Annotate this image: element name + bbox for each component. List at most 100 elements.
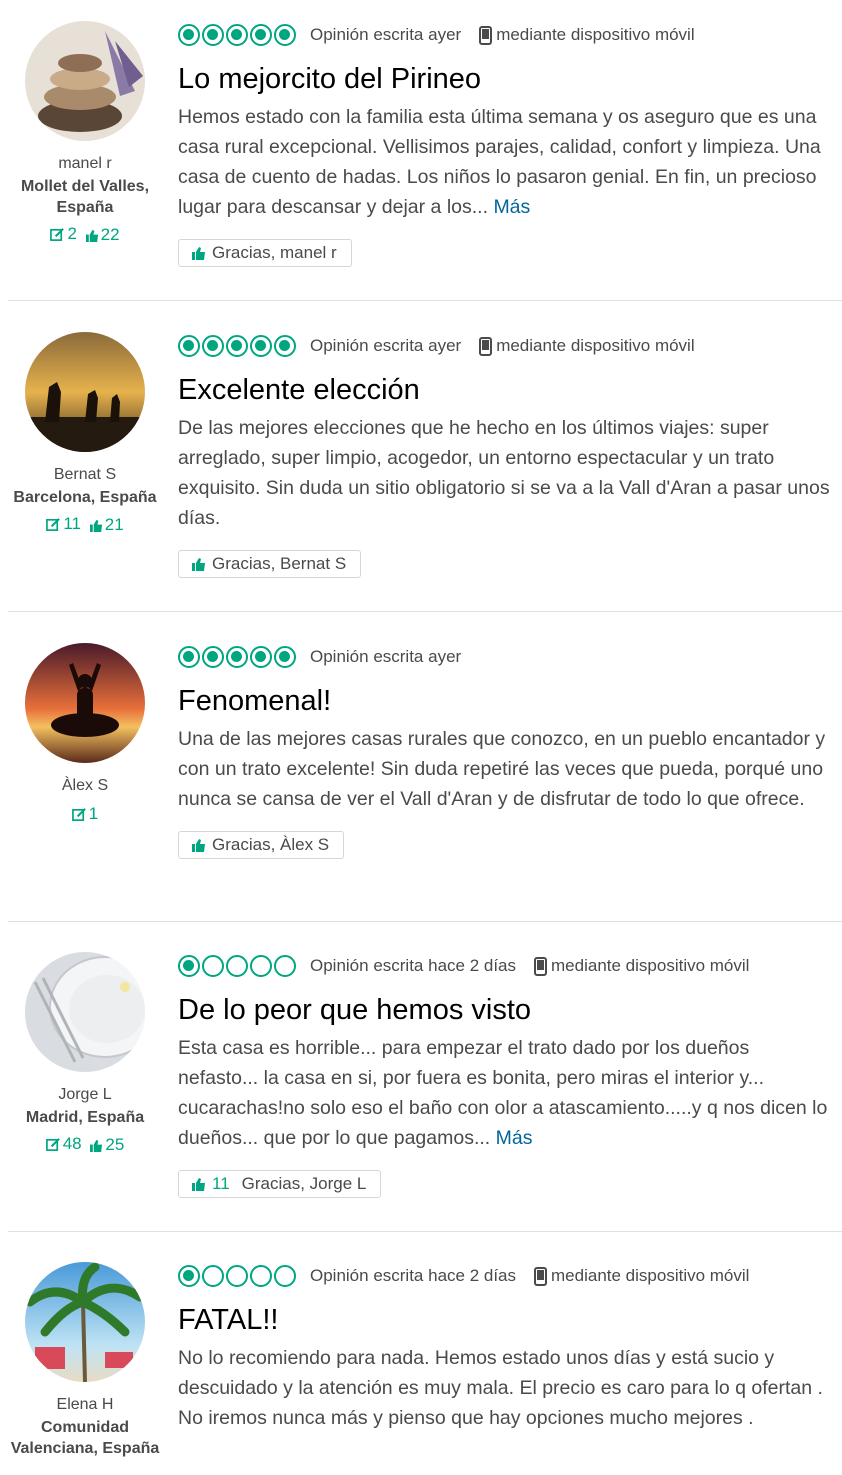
avatar[interactable] <box>25 952 145 1072</box>
thanks-button[interactable]: 11 Gracias, Jorge L <box>178 1170 382 1198</box>
review-meta: Opinión escrita ayer mediante dispositiv… <box>178 329 832 363</box>
helpful-count-value: 22 <box>100 225 120 244</box>
mobile-phone-icon <box>534 956 548 976</box>
rating-bubble-icon <box>202 1265 224 1287</box>
rating-bubble-icon <box>226 24 248 46</box>
review-card: Bernat S Barcelona, España 11 21 Opinión… <box>0 311 842 612</box>
thanks-button[interactable]: Gracias, Àlex S <box>178 831 345 859</box>
review-body: De las mejores elecciones que he hecho e… <box>178 413 832 533</box>
rating-bubbles <box>178 1265 298 1287</box>
rating-bubbles <box>178 335 298 357</box>
mobile-phone-icon <box>534 1266 548 1286</box>
rating-bubble-icon <box>250 24 272 46</box>
review-card: Jorge L Madrid, España 48 25 Opinión esc… <box>0 931 842 1232</box>
review-date: Opinión escrita ayer <box>310 647 462 666</box>
review-content: Opinión escrita hace 2 días mediante dis… <box>178 949 832 1198</box>
member-info: manel r Mollet del Valles, España 2 22 <box>8 21 162 247</box>
review-date: Opinión escrita hace 2 días <box>310 1266 517 1285</box>
member-info: Elena H Comunidad Valenciana, España <box>8 1262 162 1459</box>
rating-bubble-icon <box>178 1265 200 1287</box>
more-link[interactable]: Más <box>493 196 530 218</box>
helpful-count: 21 <box>89 515 124 535</box>
member-name[interactable]: Jorge L <box>8 1085 162 1105</box>
member-name[interactable]: Bernat S <box>8 465 162 485</box>
mobile-badge: mediante dispositivo móvil <box>479 25 695 45</box>
member-name[interactable]: Àlex S <box>8 776 162 796</box>
rating-bubble-icon <box>178 646 200 668</box>
avatar[interactable] <box>25 21 145 141</box>
member-info: Jorge L Madrid, España 48 25 <box>8 952 162 1157</box>
rating-bubble-icon <box>274 24 296 46</box>
review-title[interactable]: De lo peor que hemos visto <box>178 993 832 1027</box>
more-link[interactable]: Más <box>496 1127 533 1149</box>
avatar[interactable] <box>25 332 145 452</box>
review-date: Opinión escrita ayer <box>310 336 462 355</box>
review-meta: Opinión escrita ayer mediante dispositiv… <box>178 18 832 52</box>
member-name[interactable]: manel r <box>8 154 162 174</box>
rating-bubble-icon <box>274 335 296 357</box>
review-count-value: 1 <box>88 804 99 823</box>
review-content: Opinión escrita ayer mediante dispositiv… <box>178 18 832 267</box>
member-location: Barcelona, España <box>13 489 157 506</box>
review-meta: Opinión escrita ayer <box>178 640 832 674</box>
rating-bubble-icon <box>202 24 224 46</box>
divider <box>8 921 842 922</box>
review-body: Esta casa es horrible... para empezar el… <box>178 1033 832 1153</box>
member-info: Àlex S 1 <box>8 643 162 827</box>
review-count-value: 2 <box>67 224 77 243</box>
mobile-badge: mediante dispositivo móvil <box>534 1266 749 1286</box>
review-count: 11 <box>46 514 81 534</box>
review-card: manel r Mollet del Valles, España 2 22 O… <box>0 0 842 301</box>
helpful-count-value: 21 <box>104 515 124 534</box>
rating-bubble-icon <box>226 646 248 668</box>
member-stats: 2 22 <box>8 224 162 247</box>
avatar[interactable] <box>25 643 145 763</box>
member-location: Madrid, España <box>25 1109 145 1126</box>
rating-bubble-icon <box>202 646 224 668</box>
pencil-icon <box>45 1137 60 1151</box>
review-date: Opinión escrita hace 2 días <box>310 956 517 975</box>
review-title[interactable]: Excelente elección <box>178 373 832 407</box>
rating-bubble-icon <box>226 335 248 357</box>
rating-bubble-icon <box>250 1265 272 1287</box>
rating-bubble-icon <box>250 646 272 668</box>
member-name[interactable]: Elena H <box>8 1395 162 1415</box>
pencil-icon <box>71 807 86 821</box>
mobile-label: mediante dispositivo móvil <box>496 336 695 355</box>
thumbs-up-icon <box>192 839 205 852</box>
avatar[interactable] <box>25 1262 145 1382</box>
thumbs-up-icon <box>192 1178 205 1191</box>
thanks-button[interactable]: Gracias, Bernat S <box>178 550 362 578</box>
pencil-icon <box>46 517 61 531</box>
review-body: Hemos estado con la familia esta última … <box>178 102 832 222</box>
member-stats: 1 <box>8 804 162 827</box>
member-info: Bernat S Barcelona, España 11 21 <box>8 332 162 537</box>
review-text: De las mejores elecciones que he hecho e… <box>178 417 830 529</box>
review-count-value: 48 <box>62 1134 82 1153</box>
mobile-badge: mediante dispositivo móvil <box>534 956 749 976</box>
mobile-label: mediante dispositivo móvil <box>496 25 695 44</box>
divider <box>8 1231 842 1232</box>
pencil-icon <box>50 227 65 241</box>
review-count: 1 <box>71 804 99 824</box>
review-date: Opinión escrita ayer <box>310 25 462 44</box>
review-title[interactable]: Fenomenal! <box>178 684 832 718</box>
rating-bubbles <box>178 646 298 668</box>
thanks-label: Gracias, manel r <box>212 243 337 262</box>
thanks-label: Gracias, Àlex S <box>212 835 330 854</box>
review-text: Una de las mejores casas rurales que con… <box>178 728 826 810</box>
helpful-count: 25 <box>90 1135 124 1155</box>
thanks-button[interactable]: Gracias, manel r <box>178 239 352 267</box>
review-title[interactable]: Lo mejorcito del Pirineo <box>178 62 832 96</box>
rating-bubble-icon <box>250 955 272 977</box>
thanks-label: Gracias, Jorge L <box>241 1174 367 1193</box>
rating-bubble-icon <box>178 24 200 46</box>
mobile-label: mediante dispositivo móvil <box>551 956 750 975</box>
review-card: Elena H Comunidad Valenciana, España Opi… <box>0 1241 842 1475</box>
mobile-badge: mediante dispositivo móvil <box>479 336 695 356</box>
rating-bubble-icon <box>274 1265 296 1287</box>
member-stats: 48 25 <box>8 1134 162 1157</box>
review-content: Opinión escrita hace 2 días mediante dis… <box>178 1259 832 1433</box>
review-meta: Opinión escrita hace 2 días mediante dis… <box>178 949 832 983</box>
review-title[interactable]: FATAL!! <box>178 1303 832 1337</box>
